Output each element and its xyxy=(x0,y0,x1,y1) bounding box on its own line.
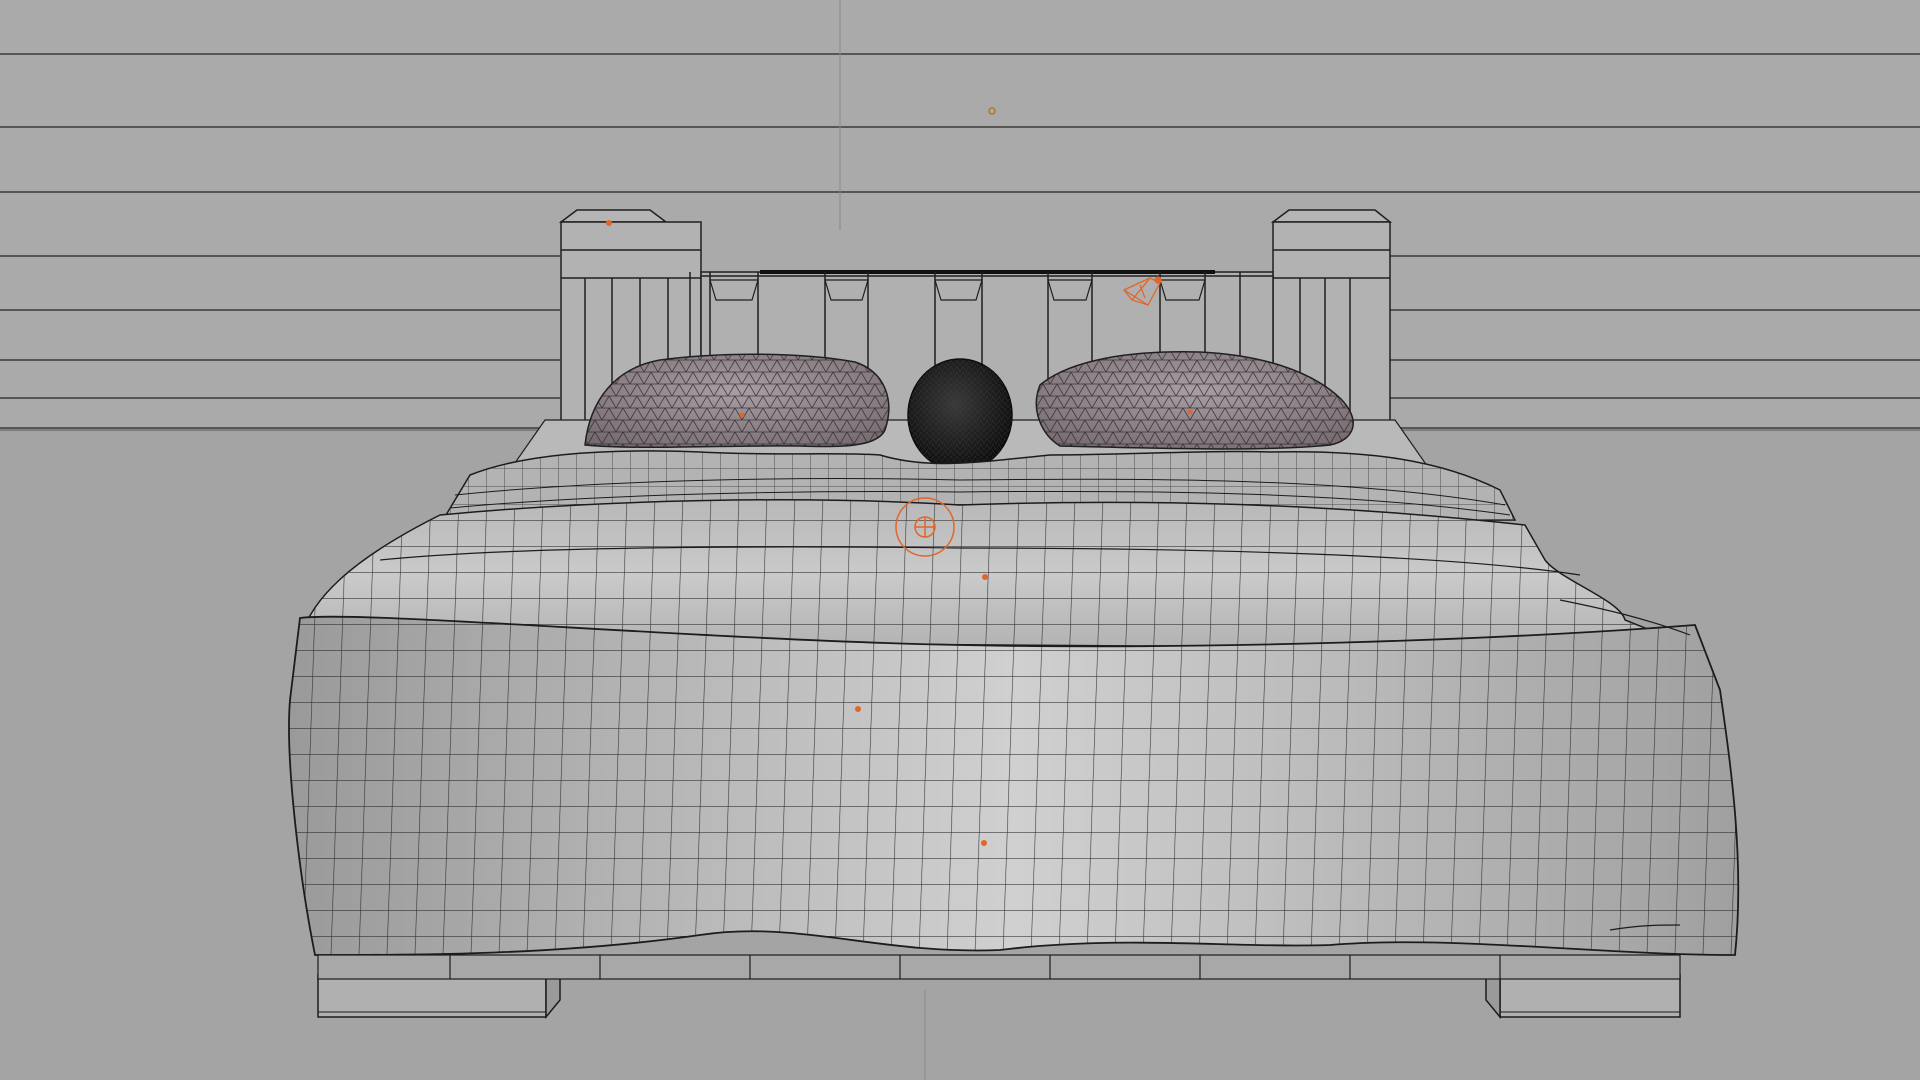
blanket[interactable] xyxy=(288,450,1740,956)
3d-viewport[interactable] xyxy=(0,0,1920,1080)
viewport-canvas[interactable] xyxy=(0,0,1920,1080)
bed-frame[interactable] xyxy=(317,954,1681,980)
head[interactable] xyxy=(907,358,1013,472)
